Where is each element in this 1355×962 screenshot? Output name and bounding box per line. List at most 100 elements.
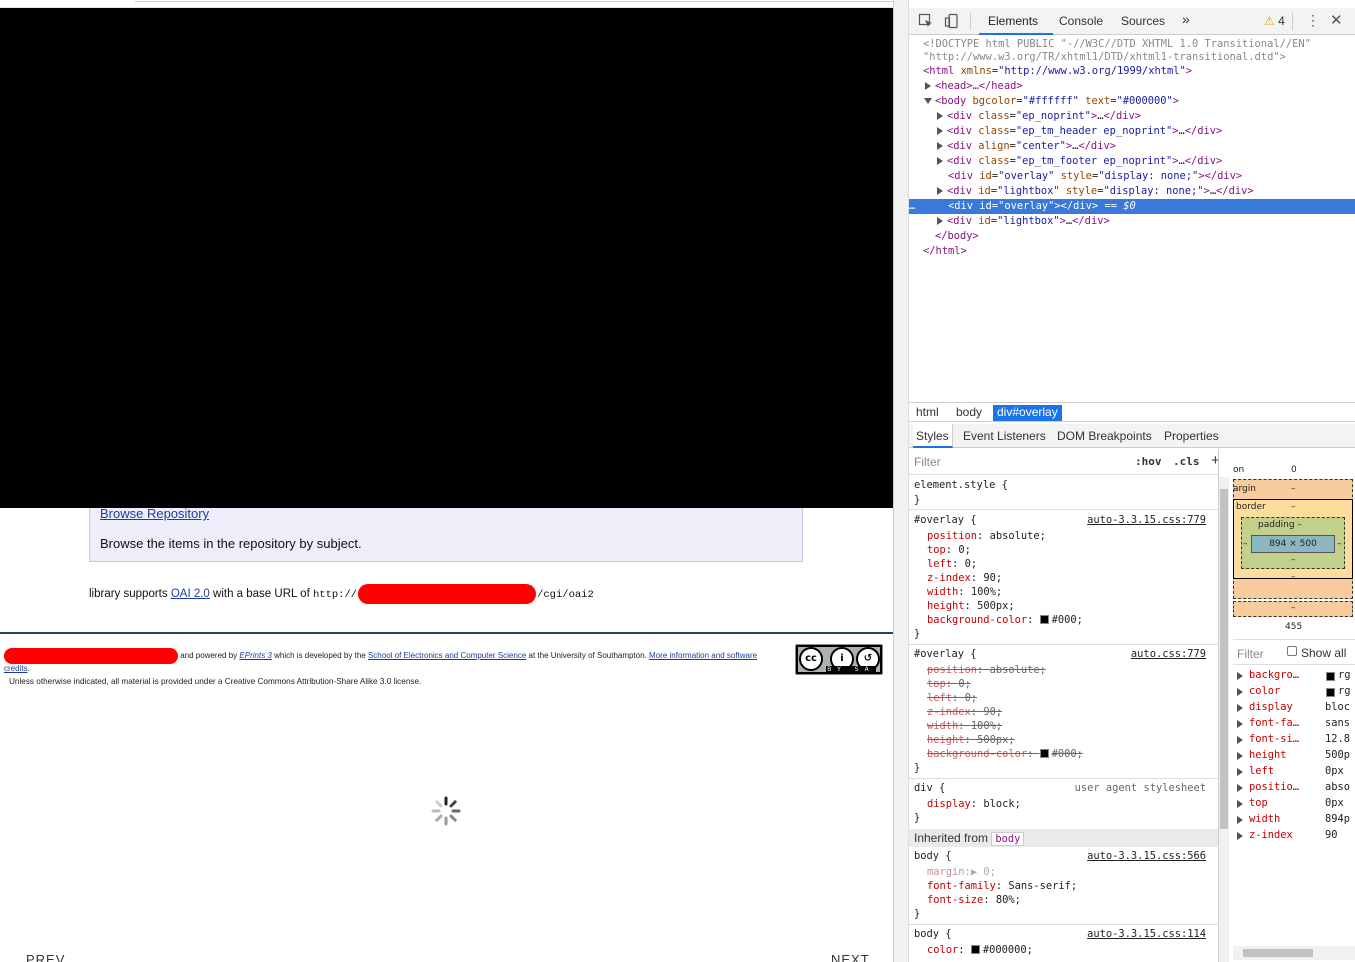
- scrollbar-thumb[interactable]: [1220, 489, 1228, 829]
- devtools-left-scrollbar[interactable]: [894, 0, 909, 962]
- css-decl-overridden[interactable]: left: 0;: [927, 691, 977, 705]
- computed-row[interactable]: top 0px: [1233, 797, 1355, 813]
- padding-left-value[interactable]: –: [1243, 539, 1248, 549]
- expand-triangle-icon[interactable]: [1237, 832, 1243, 840]
- tab-console[interactable]: Console: [1059, 14, 1103, 28]
- css-decl-overridden[interactable]: background-color: #000;: [927, 747, 1083, 761]
- color-swatch[interactable]: [1039, 615, 1049, 624]
- color-swatch[interactable]: [1326, 688, 1335, 697]
- css-decl-overridden[interactable]: position: absolute;: [927, 663, 1046, 677]
- styles-filter-input[interactable]: Filter: [914, 455, 941, 469]
- inherited-body-link[interactable]: body: [991, 832, 1025, 846]
- dom-body-close[interactable]: </body>: [935, 229, 1355, 244]
- padding-bottom-value[interactable]: –: [1291, 555, 1296, 565]
- expand-triangle-icon[interactable]: [1237, 784, 1243, 792]
- dom-div-overlay-hidden[interactable]: <div id="overlay" style="display: none;"…: [948, 169, 1355, 184]
- computed-row[interactable]: backgro… rg: [1233, 669, 1355, 685]
- css-decl[interactable]: display: block;: [927, 797, 1021, 811]
- dom-head-line[interactable]: <head>…</head>: [925, 79, 1355, 94]
- cls-toggle[interactable]: .cls: [1173, 455, 1200, 468]
- css-decl-inactive[interactable]: margin:▶ 0;: [927, 865, 996, 879]
- padding-right-value[interactable]: –: [1337, 539, 1342, 549]
- expand-triangle-icon[interactable]: [937, 187, 943, 195]
- styles-vertical-scrollbar[interactable]: [1219, 477, 1229, 962]
- source-link[interactable]: auto-3.3.15.css:114: [1087, 927, 1206, 941]
- color-swatch[interactable]: [970, 945, 980, 954]
- prev-button[interactable]: PREV: [26, 952, 65, 962]
- dom-body-open[interactable]: <body bgcolor="#ffffff" text="#000000">: [924, 94, 1355, 109]
- close-icon[interactable]: ✕: [1330, 11, 1343, 29]
- more-tabs-chevron-icon[interactable]: »: [1182, 11, 1190, 27]
- source-link[interactable]: auto.css:779: [1131, 647, 1206, 661]
- color-swatch[interactable]: [1039, 749, 1049, 758]
- position-value[interactable]: 0: [1291, 465, 1297, 475]
- expand-triangle-icon[interactable]: [1237, 736, 1243, 744]
- dom-div-lightbox-hidden[interactable]: <div id="lightbox" style="display: none;…: [937, 184, 1355, 199]
- breadcrumb-div-overlay[interactable]: div#overlay: [993, 405, 1062, 421]
- tab-styles[interactable]: Styles: [913, 424, 953, 448]
- next-button[interactable]: NEXT: [831, 952, 870, 962]
- dom-div-header[interactable]: <div class="ep_tm_header ep_noprint">…</…: [937, 124, 1355, 139]
- body-selector[interactable]: body {: [914, 849, 952, 863]
- show-all-checkbox[interactable]: [1287, 646, 1297, 656]
- tab-properties[interactable]: Properties: [1164, 429, 1219, 443]
- hov-toggle[interactable]: :hov: [1135, 455, 1162, 468]
- expand-triangle-icon[interactable]: [1237, 688, 1243, 696]
- computed-horizontal-scrollbar[interactable]: [1233, 946, 1355, 960]
- browse-repository-link[interactable]: Browse Repository: [100, 506, 209, 521]
- dom-div-footer[interactable]: <div class="ep_tm_footer ep_noprint">…</…: [937, 154, 1355, 169]
- computed-row[interactable]: left 0px: [1233, 765, 1355, 781]
- dom-doctype-line2[interactable]: "http://www.w3.org/TR/xhtml1/DTD/xhtml1-…: [923, 50, 1355, 65]
- expand-triangle-icon[interactable]: [1237, 672, 1243, 680]
- computed-row[interactable]: z-index 90: [1233, 829, 1355, 845]
- overlay-selector[interactable]: #overlay {: [914, 513, 977, 527]
- content-box[interactable]: 894 × 500: [1251, 535, 1335, 553]
- computed-row[interactable]: font-fa… sans: [1233, 717, 1355, 733]
- css-decl-overridden[interactable]: width: 100%;: [927, 719, 1002, 733]
- source-link[interactable]: auto-3.3.15.css:566: [1087, 849, 1206, 863]
- scrollbar-thumb[interactable]: [1243, 949, 1313, 957]
- css-decl[interactable]: position: absolute;: [927, 529, 1046, 543]
- inspect-element-icon[interactable]: [918, 13, 934, 29]
- css-decl-overridden[interactable]: height: 500px;: [927, 733, 1015, 747]
- school-link[interactable]: School of Electronics and Computer Scien…: [368, 651, 526, 660]
- margin-top-value[interactable]: –: [1291, 484, 1296, 494]
- css-decl[interactable]: left: 0;: [927, 557, 977, 571]
- css-decl[interactable]: width: 100%;: [927, 585, 1002, 599]
- css-decl[interactable]: font-family: Sans-serif;: [927, 879, 1077, 893]
- expand-triangle-icon[interactable]: [937, 112, 943, 120]
- warnings-badge[interactable]: ⚠ 4: [1264, 14, 1285, 28]
- element-style-selector[interactable]: element.style {: [914, 478, 1008, 492]
- expand-triangle-icon[interactable]: [1237, 752, 1243, 760]
- expand-triangle-icon[interactable]: [1237, 816, 1243, 824]
- css-decl[interactable]: font-size: 80%;: [927, 893, 1021, 907]
- collapse-triangle-icon[interactable]: [924, 98, 932, 104]
- eprints-link[interactable]: EPrints 3: [239, 651, 271, 660]
- dom-div-center[interactable]: <div align="center">…</div>: [937, 139, 1355, 154]
- css-decl[interactable]: height: 500px;: [927, 599, 1015, 613]
- computed-filter-input[interactable]: Filter: [1237, 647, 1264, 661]
- computed-row[interactable]: width 894p: [1233, 813, 1355, 829]
- expand-triangle-icon[interactable]: [1237, 720, 1243, 728]
- overlay-selector[interactable]: #overlay {: [914, 647, 977, 661]
- computed-row[interactable]: positio… abso: [1233, 781, 1355, 797]
- tab-event-listeners[interactable]: Event Listeners: [963, 429, 1046, 443]
- position-bottom-value[interactable]: 455: [1285, 622, 1302, 632]
- breadcrumb-html[interactable]: html: [912, 405, 943, 421]
- expand-triangle-icon[interactable]: ▶: [971, 866, 977, 878]
- div-selector[interactable]: div {: [914, 781, 945, 795]
- dom-html-close[interactable]: </html>: [923, 244, 1355, 259]
- expand-triangle-icon[interactable]: [1237, 704, 1243, 712]
- more-actions-icon[interactable]: …: [909, 199, 915, 214]
- creative-commons-badge[interactable]: cc i ↺ BY SA: [795, 644, 883, 675]
- tab-sources[interactable]: Sources: [1121, 14, 1165, 28]
- dom-div-ep-noprint[interactable]: <div class="ep_noprint">…</div>: [937, 109, 1355, 124]
- kebab-menu-icon[interactable]: ⋮: [1306, 12, 1320, 29]
- margin-bottom-value[interactable]: –: [1291, 603, 1296, 613]
- css-decl[interactable]: top: 0;: [927, 543, 971, 557]
- breadcrumb-body[interactable]: body: [952, 405, 986, 421]
- css-decl-overridden[interactable]: top: 0;: [927, 677, 971, 691]
- css-decl[interactable]: z-index: 90;: [927, 571, 1002, 585]
- expand-triangle-icon[interactable]: [937, 157, 943, 165]
- tab-dom-breakpoints[interactable]: DOM Breakpoints: [1057, 429, 1152, 443]
